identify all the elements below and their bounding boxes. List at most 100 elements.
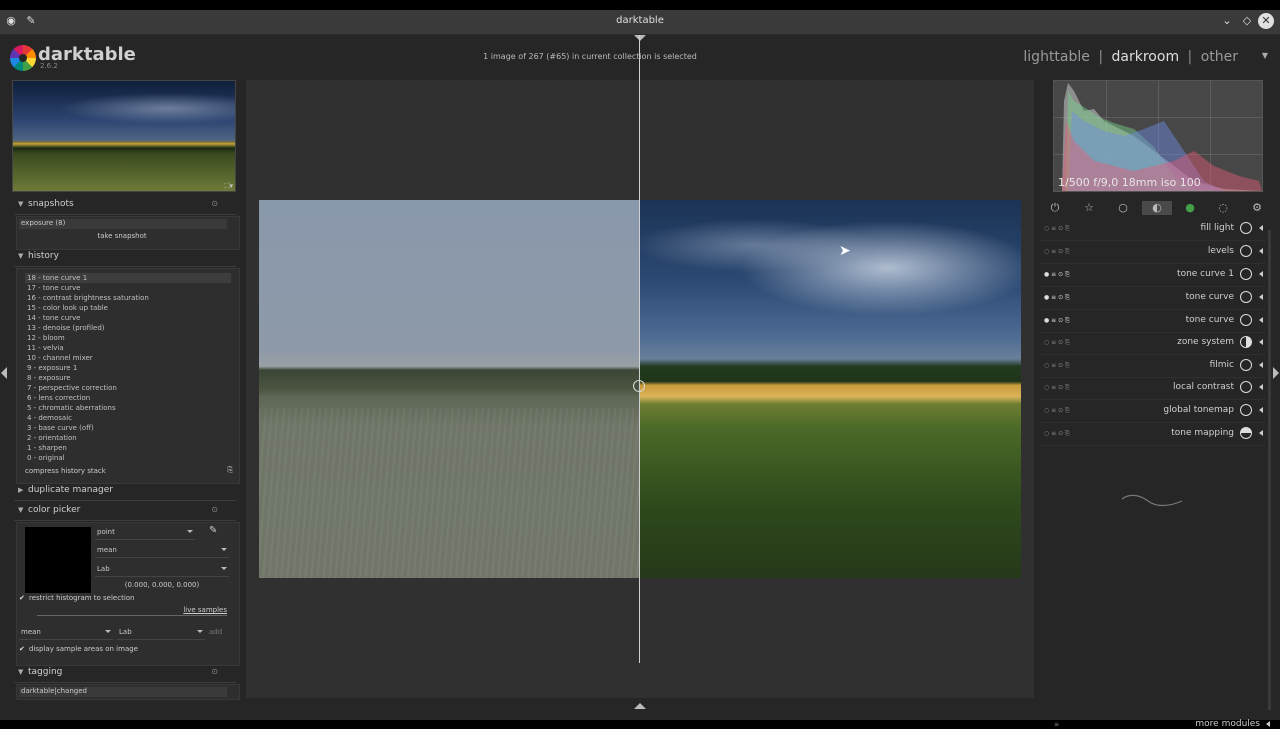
module-row-tone-curve[interactable]: ● ≡ ⊙ ⎘ tone curve bbox=[1040, 287, 1266, 310]
more-modules-menu-icon[interactable]: ≡ bbox=[1054, 721, 1059, 728]
reset-icon[interactable]: ⊙ bbox=[211, 667, 218, 676]
history-item[interactable]: 2 - orientation bbox=[25, 433, 231, 443]
module-controls-icon[interactable]: ○ ≡ ⊙ ⎘ bbox=[1044, 384, 1070, 392]
expand-arrow-icon[interactable] bbox=[1259, 248, 1263, 254]
history-item[interactable]: 7 - perspective correction bbox=[25, 383, 231, 393]
histogram[interactable]: 1/500 f/9,0 18mm iso 100 bbox=[1053, 80, 1263, 192]
sample-colorspace-value: Lab bbox=[119, 628, 132, 636]
top-panel-toggle[interactable] bbox=[634, 35, 646, 41]
history-item[interactable]: 13 - denoise (profiled) bbox=[25, 323, 231, 333]
history-item[interactable]: 10 - channel mixer bbox=[25, 353, 231, 363]
image-after-half bbox=[640, 200, 1021, 578]
module-controls-icon[interactable]: ○ ≡ ⊙ ⎘ bbox=[1044, 339, 1070, 347]
view-other[interactable]: other bbox=[1199, 49, 1240, 65]
expand-arrow-icon[interactable] bbox=[1259, 317, 1263, 323]
history-item[interactable]: 9 - exposure 1 bbox=[25, 363, 231, 373]
module-header-color-picker[interactable]: ▼ color picker ⊙ bbox=[14, 502, 236, 521]
module-controls-icon[interactable]: ● ≡ ⊙ ⎘ bbox=[1044, 317, 1070, 325]
expand-arrow-icon[interactable] bbox=[1259, 271, 1263, 277]
history-item[interactable]: 14 - tone curve bbox=[25, 313, 231, 323]
module-controls-icon[interactable]: ○ ≡ ⊙ ⎘ bbox=[1044, 225, 1070, 233]
picker-statistic-select[interactable]: mean bbox=[95, 543, 229, 558]
sample-statistic-select[interactable]: mean bbox=[19, 625, 113, 640]
module-row-tone-mapping[interactable]: ○ ≡ ⊙ ⎘ tone mapping bbox=[1040, 423, 1266, 446]
take-snapshot-button[interactable]: take snapshot bbox=[19, 232, 225, 240]
module-controls-icon[interactable]: ● ≡ ⊙ ⎘ bbox=[1044, 294, 1070, 302]
expand-arrow-icon[interactable] bbox=[1259, 294, 1263, 300]
power-icon[interactable]: ⏻ bbox=[1048, 201, 1062, 215]
module-controls-icon[interactable]: ○ ≡ ⊙ ⎘ bbox=[1044, 407, 1070, 415]
module-header-duplicate-manager[interactable]: ▶ duplicate manager bbox=[14, 482, 236, 501]
tone-group-icon[interactable]: ◐ bbox=[1142, 201, 1172, 215]
color-picker-icon[interactable]: ✎ bbox=[209, 525, 217, 536]
module-row-zone-system[interactable]: ○ ≡ ⊙ ⎘ zone system bbox=[1040, 332, 1266, 355]
history-item[interactable]: 15 - color look up table bbox=[25, 303, 231, 313]
history-item[interactable]: 5 - chromatic aberrations bbox=[25, 403, 231, 413]
split-divider[interactable] bbox=[639, 35, 640, 663]
snapshot-item[interactable]: exposure (8) bbox=[19, 219, 227, 229]
expand-arrow-icon[interactable] bbox=[1259, 225, 1263, 231]
expand-arrow-icon[interactable] bbox=[1259, 430, 1263, 436]
module-row-fill-light[interactable]: ○ ≡ ⊙ ⎘ fill light bbox=[1040, 218, 1266, 241]
module-header-tagging[interactable]: ▼ tagging ⊙ bbox=[14, 664, 236, 683]
view-lighttable[interactable]: lighttable bbox=[1021, 49, 1092, 65]
picker-colorspace-select[interactable]: Lab bbox=[95, 562, 229, 577]
history-create-style-icon[interactable]: ⎘ bbox=[227, 466, 233, 475]
history-item[interactable]: 4 - demosaic bbox=[25, 413, 231, 423]
module-row-tone-curve-1[interactable]: ● ≡ ⊙ ⎘ tone curve 1 bbox=[1040, 264, 1266, 287]
right-panel-scrollbar[interactable] bbox=[1268, 230, 1271, 710]
more-modules-button[interactable]: more modules bbox=[1195, 719, 1260, 729]
minimize-icon[interactable]: ⌄ bbox=[1220, 14, 1234, 28]
bottom-panel-toggle[interactable] bbox=[634, 703, 646, 709]
module-row-tone-curve[interactable]: ● ≡ ⊙ ⎘ tone curve bbox=[1040, 310, 1266, 333]
history-item[interactable]: 17 - tone curve bbox=[25, 283, 231, 293]
expand-arrow-icon[interactable] bbox=[1259, 339, 1263, 345]
expand-arrow-icon[interactable] bbox=[1259, 384, 1263, 390]
picker-mode-select[interactable]: point bbox=[95, 525, 195, 540]
add-sample-button[interactable]: add bbox=[209, 628, 222, 636]
module-header-snapshots[interactable]: ▼ snapshots ⊙ bbox=[14, 196, 236, 215]
correct-group-icon[interactable]: ◌ bbox=[1216, 201, 1230, 215]
split-handle[interactable] bbox=[633, 380, 645, 392]
history-item[interactable]: 18 - tone curve 1 bbox=[25, 273, 231, 283]
basic-group-icon[interactable]: ○ bbox=[1116, 201, 1130, 215]
history-item[interactable]: 1 - sharpen bbox=[25, 443, 231, 453]
history-item[interactable]: 16 - contrast brightness saturation bbox=[25, 293, 231, 303]
sample-colorspace-select[interactable]: Lab bbox=[117, 625, 205, 640]
module-row-global-tonemap[interactable]: ○ ≡ ⊙ ⎘ global tonemap bbox=[1040, 400, 1266, 423]
history-item[interactable]: 12 - bloom bbox=[25, 333, 231, 343]
right-panel-toggle[interactable] bbox=[1273, 367, 1279, 379]
history-item[interactable]: 6 - lens correction bbox=[25, 393, 231, 403]
module-controls-icon[interactable]: ● ≡ ⊙ ⎘ bbox=[1044, 271, 1070, 279]
navigation-thumbnail[interactable]: ⛶▾ bbox=[12, 80, 236, 192]
module-controls-icon[interactable]: ○ ≡ ⊙ ⎘ bbox=[1044, 248, 1070, 256]
chevron-down-icon[interactable]: ▼ bbox=[1262, 51, 1268, 60]
favorites-icon[interactable]: ☆ bbox=[1082, 201, 1096, 215]
effect-group-icon[interactable]: ⚙ bbox=[1250, 201, 1264, 215]
module-header-history[interactable]: ▼ history bbox=[14, 248, 236, 267]
history-item[interactable]: 8 - exposure bbox=[25, 373, 231, 383]
module-row-local-contrast[interactable]: ○ ≡ ⊙ ⎘ local contrast bbox=[1040, 377, 1266, 400]
module-row-filmic[interactable]: ○ ≡ ⊙ ⎘ filmic bbox=[1040, 355, 1266, 378]
display-samples-checkbox[interactable]: ✔ display sample areas on image bbox=[19, 645, 138, 653]
expand-arrow-icon[interactable] bbox=[1259, 407, 1263, 413]
history-item[interactable]: 11 - velvia bbox=[25, 343, 231, 353]
reset-icon[interactable]: ⊙ bbox=[211, 199, 218, 208]
module-controls-icon[interactable]: ○ ≡ ⊙ ⎘ bbox=[1044, 430, 1070, 438]
expand-arrow-icon[interactable] bbox=[1266, 721, 1270, 727]
module-controls-icon[interactable]: ○ ≡ ⊙ ⎘ bbox=[1044, 362, 1070, 370]
left-panel-toggle[interactable] bbox=[1, 367, 7, 379]
maximize-icon[interactable]: ◇ bbox=[1240, 14, 1254, 28]
tag-item[interactable]: darktable|changed bbox=[19, 687, 227, 697]
zoom-fit-icon[interactable]: ⛶▾ bbox=[225, 182, 233, 191]
color-group-icon[interactable]: ● bbox=[1183, 201, 1197, 215]
module-row-levels[interactable]: ○ ≡ ⊙ ⎘ levels bbox=[1040, 241, 1266, 264]
expand-arrow-icon[interactable] bbox=[1259, 362, 1263, 368]
history-item[interactable]: 3 - base curve (off) bbox=[25, 423, 231, 433]
view-darkroom[interactable]: darkroom bbox=[1110, 49, 1182, 65]
compress-history-button[interactable]: compress history stack bbox=[25, 467, 106, 475]
close-icon[interactable]: ✕ bbox=[1258, 13, 1274, 29]
history-item[interactable]: 0 - original bbox=[25, 453, 231, 463]
reset-icon[interactable]: ⊙ bbox=[211, 505, 218, 514]
restrict-histogram-checkbox[interactable]: ✔ restrict histogram to selection bbox=[19, 594, 135, 602]
